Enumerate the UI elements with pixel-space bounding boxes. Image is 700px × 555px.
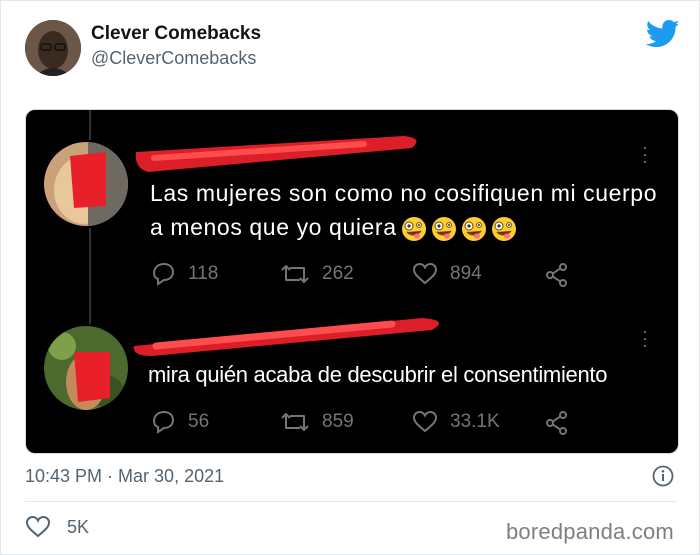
like-count: 33.1K (450, 411, 500, 432)
reply-2-comments: 56 (150, 410, 209, 434)
heart-icon (25, 515, 51, 538)
like-count: 5K (67, 516, 90, 537)
thread-line (89, 110, 91, 140)
reply-1-text: Las mujeres son como no cosifiquen mi cu… (150, 176, 670, 246)
retweet-icon (281, 413, 309, 431)
retweet-count: 262 (322, 263, 354, 284)
author-display-name[interactable]: Clever Comebacks (91, 23, 261, 45)
retweet-count: 859 (322, 411, 354, 432)
watermark: boredpanda.com (506, 519, 674, 544)
reply-1-retweets: 262 (280, 262, 354, 286)
zany-face-icon (491, 216, 517, 242)
like-button[interactable]: 5K (25, 515, 89, 539)
emoji-group (397, 212, 517, 246)
reply-2-likes: 33.1K (412, 410, 500, 434)
author-avatar[interactable] (25, 20, 81, 76)
redacted-name (134, 128, 434, 179)
comment-icon (152, 262, 175, 286)
heart-icon (412, 262, 438, 285)
thread-line (89, 228, 91, 324)
share-icon (544, 262, 582, 288)
zany-face-icon (401, 216, 427, 242)
share-icon (544, 410, 582, 436)
tweet-timestamp[interactable]: 10:43 PM · Mar 30, 2021 (25, 466, 224, 487)
divider (25, 501, 677, 502)
comment-icon (152, 410, 175, 434)
reply-author-avatar (44, 326, 128, 410)
reply-1-comments: 118 (150, 262, 218, 286)
redacted-name (132, 306, 452, 363)
reply-count: 118 (188, 263, 219, 284)
like-count: 894 (450, 263, 482, 284)
author-handle[interactable]: @CleverComebacks (91, 48, 256, 69)
reply-2-text: mira quién acaba de descubrir el consent… (148, 362, 608, 387)
reply-1-likes: 894 (412, 262, 482, 286)
more-options-icon: · · · (642, 321, 648, 355)
info-icon[interactable] (652, 465, 674, 487)
zany-face-icon (431, 216, 457, 242)
reply-2-retweets: 859 (280, 410, 354, 434)
more-options-icon: · · · (642, 137, 648, 171)
embedded-screenshot[interactable]: · · · Las mujeres son como no cosifiquen m… (25, 109, 679, 454)
reply-count: 56 (188, 411, 210, 432)
twitter-bird-icon[interactable] (645, 19, 680, 49)
heart-icon (412, 410, 438, 433)
retweet-icon (281, 265, 309, 283)
zany-face-icon (461, 216, 487, 242)
reply-author-avatar (44, 142, 128, 226)
tweet-card: Clever Comebacks @CleverComebacks ··· (0, 0, 700, 555)
